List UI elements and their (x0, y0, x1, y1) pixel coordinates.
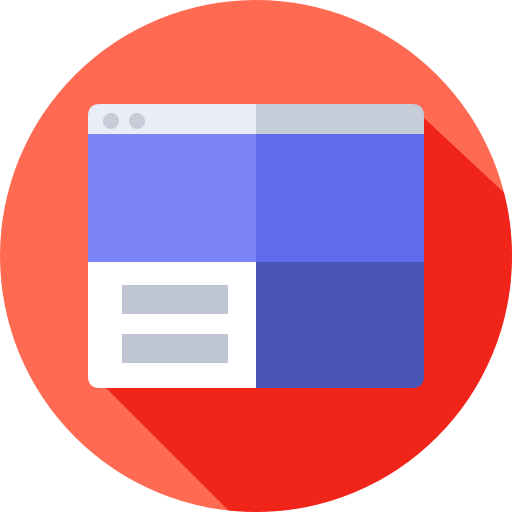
hero-panel-right (256, 134, 424, 262)
content-panel-right (256, 262, 424, 388)
text-line-placeholder (122, 334, 228, 363)
title-bar-right (256, 104, 424, 134)
website-layout-icon (0, 0, 512, 512)
text-line-placeholder (122, 285, 228, 314)
window-dot-icon (103, 113, 119, 129)
content-panel-left (88, 262, 256, 388)
hero-panel-left (88, 134, 256, 262)
browser-window (88, 104, 424, 388)
window-dot-icon (129, 113, 145, 129)
